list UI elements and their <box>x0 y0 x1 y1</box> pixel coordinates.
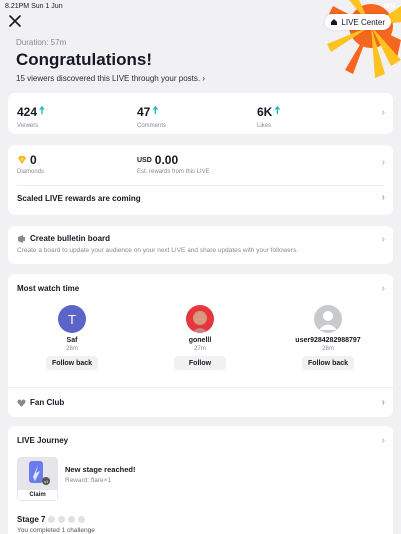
flare-gift-icon: x1 <box>29 461 50 485</box>
likes-value: 6K <box>257 104 273 119</box>
stat-likes: 6K 🠅 Likes <box>257 102 377 130</box>
diamonds-stat: 0 Diamonds <box>17 153 137 185</box>
rewards-card: 0 Diamonds USD 0.00 Est. rewards from th… <box>8 145 393 215</box>
currency-label: USD <box>137 156 152 164</box>
up-arrow-icon: 🠅 <box>274 105 281 117</box>
stage-title: New stage reached! <box>65 465 136 474</box>
follow-back-button[interactable]: Follow back <box>46 356 98 370</box>
chevron-right-icon: › <box>381 283 385 294</box>
default-user-icon <box>319 311 337 330</box>
chevron-right-icon: › <box>381 107 385 118</box>
discovery-link[interactable]: 15 viewers discovered this LIVE through … <box>16 74 205 83</box>
viewers-label: Viewers <box>17 123 39 129</box>
user-photo-icon <box>192 311 208 333</box>
diamonds-value: 0 <box>30 153 37 167</box>
viewer-item: gonelll 27m Follow <box>136 305 264 370</box>
confetti-burst-decoration <box>327 0 401 78</box>
duration-text: Duration: 57m <box>16 38 67 47</box>
stats-card[interactable]: 424 🠅 Viewers 47 🠅 Comments 6K 🠅 Likes › <box>8 93 393 134</box>
chevron-right-icon: › <box>381 435 385 446</box>
stage-dot <box>58 516 66 523</box>
diamond-icon <box>18 155 26 164</box>
page-title: Congratulations! <box>16 50 152 69</box>
fan-club-label: Fan Club <box>30 398 65 407</box>
bulletin-icon <box>18 234 25 243</box>
up-arrow-icon: 🠅 <box>39 105 46 117</box>
viewer-name: gonelll <box>188 337 212 344</box>
watch-time-title[interactable]: Most watch time <box>8 274 393 293</box>
bulletin-description: Create a board to update your audience o… <box>17 247 299 254</box>
rewards-summary[interactable]: 0 Diamonds USD 0.00 Est. rewards from th… <box>8 145 393 185</box>
usd-label: Est. rewards from this LIVE <box>137 169 210 175</box>
stage-reward-thumb[interactable]: x1 Claim <box>17 457 58 501</box>
avatar[interactable] <box>186 305 214 333</box>
most-watch-time-card: Most watch time › T Saf 26m Follow back … <box>8 274 393 417</box>
close-icon[interactable] <box>8 14 22 28</box>
usd-value: 0.00 <box>154 153 179 167</box>
stage-label: Stage 7 <box>17 515 46 524</box>
live-center-label: LIVE Center <box>341 17 385 27</box>
follow-button[interactable]: Follow <box>174 356 226 370</box>
stat-viewers: 424 🠅 Viewers <box>17 102 137 130</box>
viewer-name: user9284282988797 <box>295 337 361 344</box>
home-icon <box>331 19 338 25</box>
challenge-completed-text: You completed 1 challenge <box>17 527 95 534</box>
bulletin-card[interactable]: Create bulletin board Create a board to … <box>8 226 393 264</box>
chevron-right-icon: › <box>381 234 385 245</box>
summary-header: Duration: 57m Congratulations! 15 viewer… <box>16 38 205 83</box>
stage-reward: Reward: flare×1 <box>65 477 112 484</box>
viewer-watch-time: 26m <box>66 346 78 352</box>
viewer-watch-time: 27m <box>194 346 206 352</box>
follow-back-button[interactable]: Follow back <box>302 356 354 370</box>
usd-rewards-stat: USD 0.00 Est. rewards from this LIVE <box>137 153 257 185</box>
stage-dot <box>68 516 76 523</box>
stage-dot <box>48 516 56 523</box>
stat-comments: 47 🠅 Comments <box>137 102 257 130</box>
viewer-watch-time: 26m <box>322 346 334 352</box>
chevron-right-icon: › <box>381 397 385 408</box>
chevron-right-icon: › <box>381 157 385 168</box>
viewer-item: T Saf 26m Follow back <box>8 305 136 370</box>
bulletin-title: Create bulletin board <box>30 234 111 243</box>
chevron-right-icon: › <box>381 192 385 203</box>
stage-dot <box>78 516 86 523</box>
comments-label: Comments <box>137 123 167 129</box>
fan-club-row[interactable]: Fan Club › <box>8 387 393 417</box>
diamonds-label: Diamonds <box>17 169 45 175</box>
comments-value: 47 <box>137 104 151 119</box>
viewer-item: user9284282988797 26m Follow back <box>264 305 392 370</box>
battery-level: 48% <box>381 2 396 10</box>
scaled-rewards-label: Scaled LIVE rewards are coming <box>17 193 141 203</box>
status-time: 8.21PM Sun 1 Jun <box>5 2 63 10</box>
status-icons: 48% <box>382 3 396 10</box>
scaled-rewards-row[interactable]: Scaled LIVE rewards are coming › <box>8 186 393 210</box>
likes-label: Likes <box>257 123 272 129</box>
avatar[interactable]: T <box>58 305 86 333</box>
live-center-button[interactable]: LIVE Center <box>325 14 391 30</box>
avatar[interactable] <box>314 305 342 333</box>
claim-button[interactable]: Claim <box>17 489 58 501</box>
viewers-value: 424 <box>17 104 38 119</box>
heart-icon <box>17 398 26 407</box>
up-arrow-icon: 🠅 <box>152 105 159 117</box>
live-journey-card: LIVE Journey › x1 Claim New stage reache… <box>8 426 393 534</box>
stage-progress: Stage 7 <box>8 501 393 524</box>
journey-title[interactable]: LIVE Journey <box>8 426 393 445</box>
status-bar: 8.21PM Sun 1 Jun 48% <box>0 0 401 12</box>
viewer-name: Saf <box>66 337 78 344</box>
